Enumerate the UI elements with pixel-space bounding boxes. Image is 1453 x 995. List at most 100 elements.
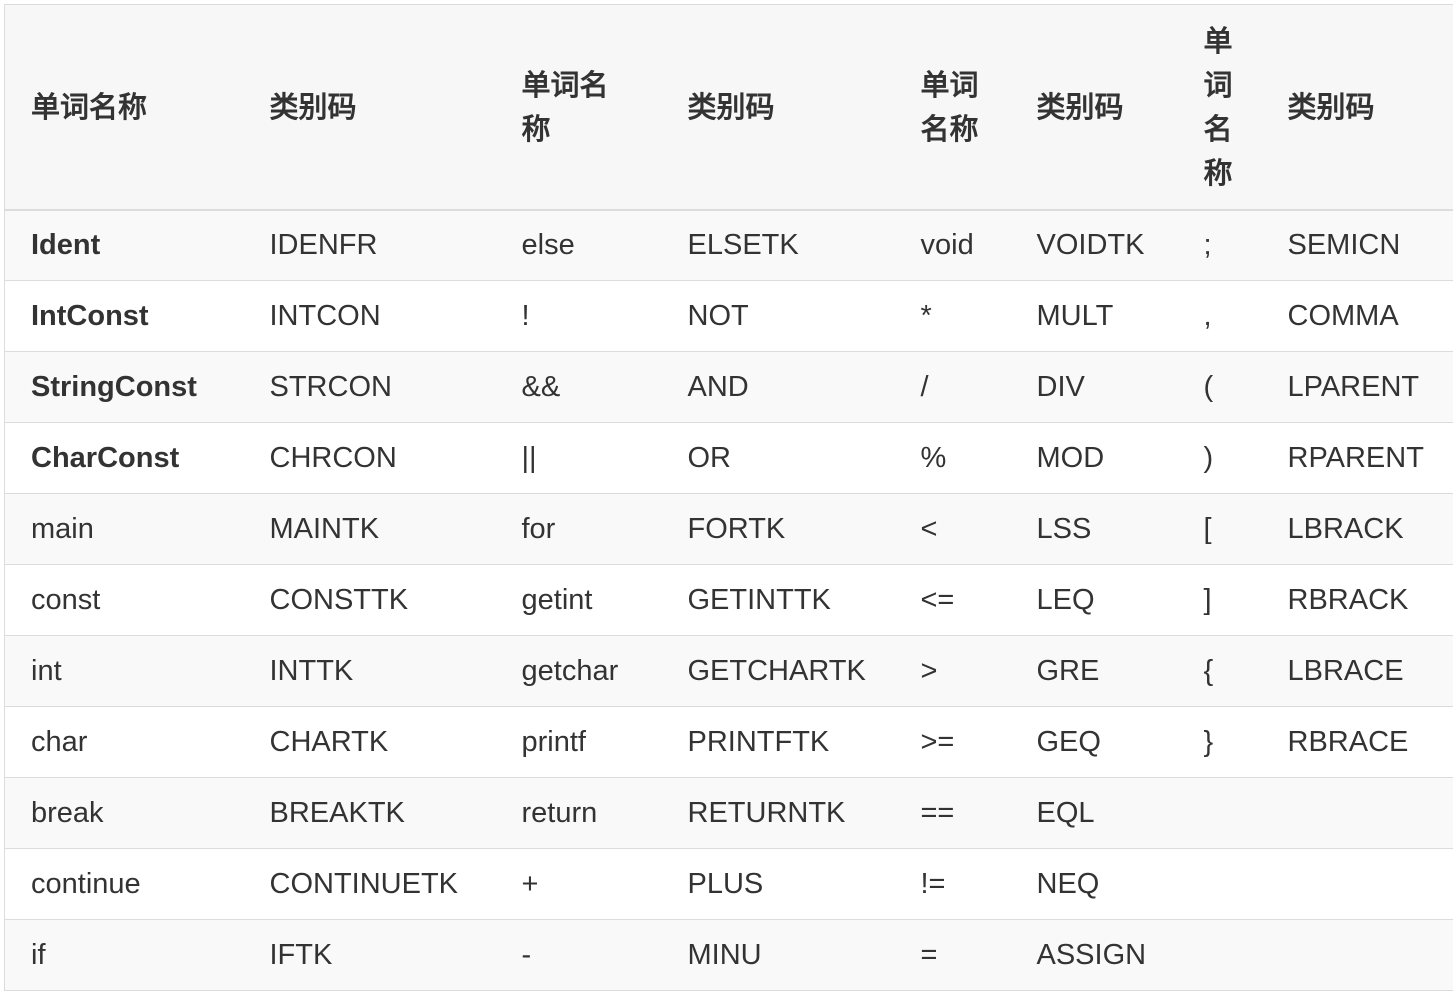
table-row: break BREAKTK return RETURNTK == EQL [4,777,1453,849]
cell-category-code-3: LSS [1010,493,1178,565]
cell-word-name-1: break [4,777,244,849]
table-row: CharConst CHRCON || OR% MOD) RPARENT [4,422,1453,494]
cell-word-name-1: StringConst [4,351,244,423]
cell-category-code-2: RETURNTK [661,777,895,849]
cell-category-code-4 [1261,848,1453,920]
cell-word-name-4: ) [1177,422,1262,494]
cell-word-name-3: * [894,280,1011,352]
cell-category-code-1: STRCON [243,351,496,423]
header-word-name-3: 单词名称 [894,4,1011,211]
cell-category-code-4: LBRACE [1261,635,1453,707]
cell-category-code-2: AND [661,351,895,423]
cell-category-code-3: ASSIGN [1010,919,1178,991]
cell-word-name-3: void [894,209,1011,281]
cell-word-name-4 [1177,848,1262,920]
table-row: int INTTK getchar GETCHARTK > GRE{LBRACE [4,635,1453,707]
table-header: 单词名称 类别码 单词名称 类别码 单词名称 类别码 单词名称 类别码 [4,4,1453,211]
cell-category-code-1: IDENFR [243,209,496,281]
cell-word-name-3: / [894,351,1011,423]
cell-word-name-1: if [4,919,244,991]
cell-word-name-1: CharConst [4,422,244,494]
cell-word-name-2: else [495,209,662,281]
cell-category-code-2: OR [661,422,895,494]
cell-word-name-2: && [495,351,662,423]
table-row: continue CONTINUETK + PLUS != NEQ [4,848,1453,920]
cell-word-name-3: = [894,919,1011,991]
cell-word-name-2: + [495,848,662,920]
header-word-name-4: 单词名称 [1177,4,1262,211]
cell-category-code-3: VOIDTK [1010,209,1178,281]
header-category-code-3: 类别码 [1010,4,1178,211]
table-row: StringConst STRCON && AND / DIV(LPARENT [4,351,1453,423]
table-body: Ident IDENFR else ELSETK void VOIDTK; SEMICN In… [4,209,1453,991]
cell-word-name-2: getchar [495,635,662,707]
cell-word-name-2: ! [495,280,662,352]
cell-category-code-4: COMMA [1261,280,1453,352]
table-row: const CONSTTK getint GETINTTK <= LEQ] RBRACK [4,564,1453,636]
cell-category-code-4: RPARENT [1261,422,1453,494]
cell-category-code-1: CONTINUETK [243,848,496,920]
cell-word-name-1: int [4,635,244,707]
cell-category-code-1: MAINTK [243,493,496,565]
cell-category-code-3: NEQ [1010,848,1178,920]
cell-word-name-2: printf [495,706,662,778]
cell-word-name-3: % [894,422,1011,494]
cell-category-code-4: RBRACE [1261,706,1453,778]
cell-word-name-1: Ident [4,209,244,281]
cell-category-code-1: IFTK [243,919,496,991]
cell-word-name-3: <= [894,564,1011,636]
cell-category-code-2: ELSETK [661,209,895,281]
cell-category-code-4 [1261,919,1453,991]
cell-category-code-2: GETINTTK [661,564,895,636]
cell-word-name-2: getint [495,564,662,636]
table-row: char CHARTK printf PRINTFTK >= GEQ} RBRACE [4,706,1453,778]
cell-category-code-3: LEQ [1010,564,1178,636]
cell-category-code-2: GETCHARTK [661,635,895,707]
cell-category-code-1: INTCON [243,280,496,352]
cell-word-name-2: for [495,493,662,565]
cell-word-name-3: != [894,848,1011,920]
cell-category-code-3: GRE [1010,635,1178,707]
cell-category-code-2: NOT [661,280,895,352]
table-row: Ident IDENFR else ELSETK void VOIDTK; SEMICN [4,209,1453,281]
cell-word-name-1: IntConst [4,280,244,352]
cell-word-name-2: return [495,777,662,849]
cell-category-code-3: GEQ [1010,706,1178,778]
cell-word-name-1: char [4,706,244,778]
header-word-name-1: 单词名称 [4,4,244,211]
cell-category-code-1: BREAKTK [243,777,496,849]
cell-word-name-2: - [495,919,662,991]
cell-category-code-4 [1261,777,1453,849]
cell-category-code-2: MINU [661,919,895,991]
cell-category-code-3: EQL [1010,777,1178,849]
cell-word-name-4: ; [1177,209,1262,281]
cell-category-code-2: PRINTFTK [661,706,895,778]
token-category-table: 单词名称 类别码 单词名称 类别码 单词名称 类别码 单词名称 类别码 Iden… [4,4,1453,991]
cell-category-code-3: MULT [1010,280,1178,352]
cell-word-name-3: < [894,493,1011,565]
cell-word-name-4: { [1177,635,1262,707]
cell-category-code-2: FORTK [661,493,895,565]
cell-word-name-4: [ [1177,493,1262,565]
cell-word-name-4: } [1177,706,1262,778]
cell-word-name-3: >= [894,706,1011,778]
cell-category-code-1: CHRCON [243,422,496,494]
cell-word-name-2: || [495,422,662,494]
cell-word-name-1: main [4,493,244,565]
cell-category-code-1: INTTK [243,635,496,707]
header-category-code-4: 类别码 [1261,4,1453,211]
header-row: 单词名称 类别码 单词名称 类别码 单词名称 类别码 单词名称 类别码 [4,4,1453,211]
cell-word-name-1: const [4,564,244,636]
cell-word-name-4: ( [1177,351,1262,423]
cell-word-name-3: > [894,635,1011,707]
cell-word-name-4: ] [1177,564,1262,636]
table-row: if IFTK - MINU = ASSIGN [4,919,1453,991]
table-row: IntConst INTCON! NOT * MULT, COMMA [4,280,1453,352]
header-category-code-2: 类别码 [661,4,895,211]
cell-category-code-4: LBRACK [1261,493,1453,565]
header-word-name-2: 单词名称 [495,4,662,211]
cell-category-code-1: CHARTK [243,706,496,778]
cell-word-name-4 [1177,777,1262,849]
cell-category-code-4: LPARENT [1261,351,1453,423]
cell-category-code-3: MOD [1010,422,1178,494]
